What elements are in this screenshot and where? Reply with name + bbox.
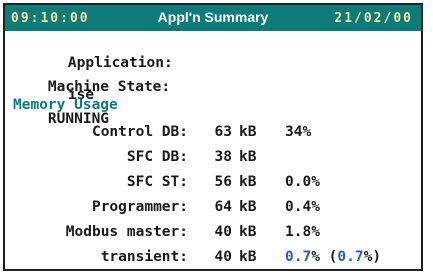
percent-sign: % [311, 249, 320, 265]
memory-row-unit: kB [239, 149, 257, 165]
memory-row-label: Modbus master: [65, 224, 188, 240]
machine-state-label: Machine State: [47, 79, 171, 95]
memory-row-unit: kB [239, 174, 257, 190]
memory-row-sfc-db: SFC DB: 38 kB [5, 149, 421, 169]
current-date: 21/02/00 [334, 11, 413, 26]
memory-row-transient: transient: 40 kB 0.7% (0.7%) [5, 249, 421, 269]
memory-row-unit: kB [239, 199, 257, 215]
transient-percent: 0.7% (0.7%) [285, 249, 381, 265]
memory-row-percent: 1.8% [285, 224, 320, 240]
memory-row-label: SFC ST: [126, 174, 188, 190]
appln-summary-panel: 09:10:00 Appl'n Summary 21/02/00 Applica… [3, 3, 423, 271]
memory-row-value: 63 [214, 124, 232, 140]
memory-row-value: 40 [214, 224, 232, 240]
memory-row-label: Control DB: [91, 124, 188, 140]
memory-row-unit: kB [239, 249, 257, 265]
memory-row-label: SFC DB: [126, 149, 188, 165]
transient-peak-value: 0.7 [337, 249, 364, 265]
memory-row-value: 40 [214, 249, 232, 265]
open-paren: ( [319, 249, 338, 265]
memory-row-percent: 34% [285, 124, 312, 140]
memory-row-value: 38 [214, 149, 232, 165]
memory-row-label: Programmer: [91, 199, 188, 215]
memory-row-unit: kB [239, 224, 257, 240]
title-bar: 09:10:00 Appl'n Summary 21/02/00 [5, 5, 421, 31]
memory-usage-title: Memory Usage [13, 97, 118, 113]
memory-row-modbus-master: Modbus master: 40 kB 1.8% [5, 224, 421, 244]
close-paren: %) [363, 249, 382, 265]
memory-row-label: transient: [100, 249, 188, 265]
memory-row-control-db: Control DB: 63 kB 34% [5, 124, 421, 144]
memory-row-percent: 0.4% [285, 199, 320, 215]
memory-row-unit: kB [239, 124, 257, 140]
memory-row-programmer: Programmer: 64 kB 0.4% [5, 199, 421, 219]
memory-row-percent: 0.0% [285, 174, 320, 190]
memory-row-value: 64 [214, 199, 232, 215]
transient-percent-value: 0.7 [285, 249, 312, 265]
memory-row-sfc-st: SFC ST: 56 kB 0.0% [5, 174, 421, 194]
memory-row-value: 56 [214, 174, 232, 190]
